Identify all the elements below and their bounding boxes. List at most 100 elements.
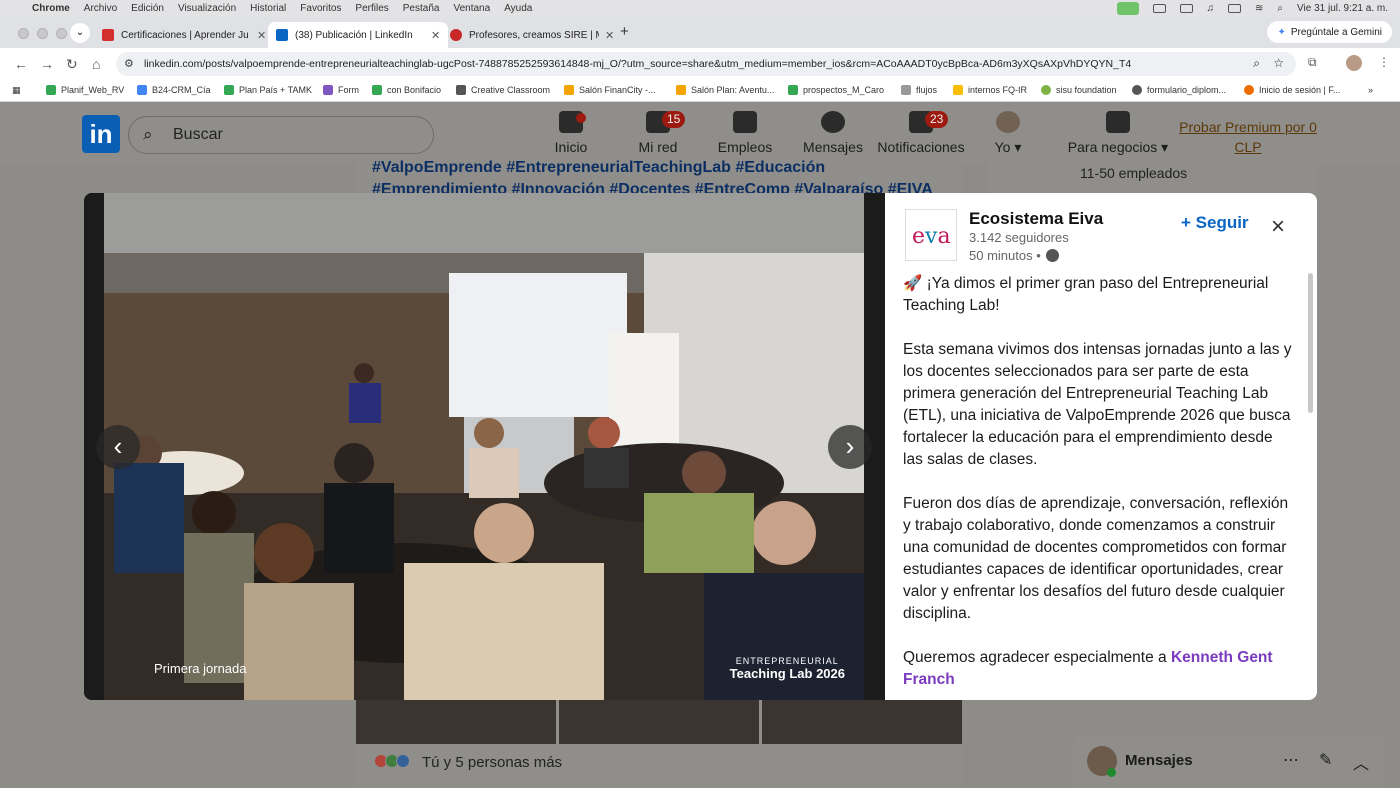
nav-label: Mi red xyxy=(638,139,678,155)
bookmark-item[interactable]: formulario_diplom... xyxy=(1132,85,1226,95)
bookmark-label: Salón FinanCity -... xyxy=(579,85,656,95)
close-tab-icon[interactable]: ✕ xyxy=(257,29,266,42)
bookmark-item[interactable]: Creative Classroom xyxy=(456,85,550,95)
more-bookmarks-icon[interactable]: » xyxy=(1368,85,1373,95)
profile-avatar[interactable] xyxy=(1346,55,1362,71)
notification-dot xyxy=(576,113,586,123)
photo-thumbnail[interactable] xyxy=(356,700,556,744)
photo-thumbnail[interactable] xyxy=(559,700,759,744)
bookmark-item[interactable]: B24-CRM_Cía xyxy=(137,85,211,95)
author-name[interactable]: Ecosistema Eiva xyxy=(969,209,1103,229)
bookmark-item[interactable]: Salón FinanCity -... xyxy=(564,85,656,95)
search-icon: ⌕ xyxy=(143,125,153,144)
nav-notificaciones[interactable]: 23 Notificaciones xyxy=(876,111,966,155)
zoom-icon[interactable]: ⌕ xyxy=(1253,56,1260,71)
reactions-text[interactable]: Tú y 5 personas más xyxy=(422,754,562,771)
nav-badge: 15 xyxy=(662,111,686,128)
bookmark-item[interactable]: prospectos_M_Caro xyxy=(788,85,884,95)
bookmark-label: Salón Plan: Aventu... xyxy=(691,85,775,95)
url-text[interactable]: linkedin.com/posts/valpoemprende-entrepr… xyxy=(144,58,1234,70)
bookmark-label: flujos xyxy=(916,85,938,95)
bookmark-item[interactable]: Planif_Web_RV xyxy=(46,85,124,95)
more-options-icon[interactable]: ⋯ xyxy=(1283,750,1299,770)
search-input[interactable]: ⌕ Buscar xyxy=(128,116,434,154)
bookmark-label: Plan País + TAMK xyxy=(239,85,312,95)
photo-thumbnails xyxy=(356,700,962,744)
camera-icon[interactable] xyxy=(1116,2,1139,15)
panel-scrollbar[interactable] xyxy=(1308,273,1313,413)
toolbar: ← → ↻ ⌂ ⚙ linkedin.com/posts/valpoempren… xyxy=(0,48,1400,80)
status-icon[interactable] xyxy=(1152,4,1166,13)
compose-icon[interactable]: ✎ xyxy=(1319,750,1332,770)
window-controls[interactable] xyxy=(18,28,67,39)
bookmark-favicon-icon xyxy=(953,85,963,95)
follow-button[interactable]: + Seguir xyxy=(1181,213,1249,233)
bookmark-item[interactable]: sisu foundation xyxy=(1041,85,1117,95)
menu-historial[interactable]: Historial xyxy=(250,3,286,14)
back-icon[interactable]: ← xyxy=(14,56,28,72)
menu-app-name[interactable]: Chrome xyxy=(32,3,70,14)
menu-edicion[interactable]: Edición xyxy=(131,3,164,14)
gemini-label: Pregúntale a Gemini xyxy=(1290,26,1382,38)
menu-ventana[interactable]: Ventana xyxy=(453,3,490,14)
close-tab-icon[interactable]: ✕ xyxy=(431,29,440,42)
status-icon[interactable] xyxy=(1179,4,1193,13)
clock-text[interactable]: Vie 31 jul. 9:21 a. m. xyxy=(1297,3,1388,14)
bookmark-item[interactable]: Plan País + TAMK xyxy=(224,85,312,95)
nav-mensajes[interactable]: Mensajes xyxy=(800,111,866,155)
close-icon[interactable]: × xyxy=(1271,215,1285,239)
menu-archivo[interactable]: Archivo xyxy=(84,3,117,14)
tab-title: (38) Publicación | LinkedIn xyxy=(295,29,413,41)
menu-ayuda[interactable]: Ayuda xyxy=(504,3,532,14)
bookmark-item[interactable]: Salón Plan: Aventu... xyxy=(676,85,774,95)
new-tab-icon[interactable]: + xyxy=(620,23,629,40)
home-icon[interactable]: ⌂ xyxy=(92,56,100,72)
nav-label: Para negocios ▾ xyxy=(1067,139,1169,155)
bookmark-item[interactable]: Form xyxy=(323,85,359,95)
battery-icon[interactable] xyxy=(1228,4,1242,13)
address-bar[interactable]: ⚙ linkedin.com/posts/valpoemprende-entre… xyxy=(116,52,1296,76)
gemini-button[interactable]: ✦ Pregúntale a Gemini xyxy=(1267,21,1392,43)
nav-empleos[interactable]: Empleos xyxy=(714,111,776,155)
bookmark-item[interactable]: flujos xyxy=(901,85,937,95)
reaction-icons[interactable] xyxy=(374,754,410,768)
menu-pestana[interactable]: Pestaña xyxy=(403,3,440,14)
bookmark-item[interactable]: con Bonifacio xyxy=(372,85,441,95)
photo-thumbnail[interactable] xyxy=(762,700,962,744)
forward-icon[interactable]: → xyxy=(40,56,54,72)
reload-icon[interactable]: ↻ xyxy=(66,56,78,73)
apps-grid-icon[interactable]: ▦ xyxy=(12,85,21,96)
menu-visualizacion[interactable]: Visualización xyxy=(178,3,236,14)
bookmark-item[interactable]: internos FQ-IR xyxy=(953,85,1027,95)
nav-mi-red[interactable]: 15 Mi red xyxy=(628,111,688,155)
close-tab-icon[interactable]: ✕ xyxy=(605,29,614,42)
menu-favoritos[interactable]: Favoritos xyxy=(300,3,341,14)
tab-certificaciones[interactable]: Certificaciones | Aprender Ju ✕ xyxy=(94,22,274,48)
premium-link[interactable]: Probar Premium por 0 CLP xyxy=(1172,117,1324,157)
headphones-icon[interactable]: ♫ xyxy=(1207,3,1215,14)
nav-inicio[interactable]: Inicio xyxy=(546,111,596,155)
search-icon[interactable]: ⌕ xyxy=(1277,3,1283,14)
reactions-bar: Tú y 5 personas más xyxy=(356,744,962,788)
extensions-icon[interactable]: ⧉ xyxy=(1308,55,1317,70)
previous-photo-button[interactable]: ‹ xyxy=(96,425,140,469)
company-logo[interactable]: eva xyxy=(905,209,957,261)
classroom-photo xyxy=(104,193,864,700)
nav-yo[interactable]: Yo ▾ xyxy=(986,111,1030,156)
bookmark-item[interactable]: Inicio de sesión | F... xyxy=(1244,85,1340,95)
tab-profesores[interactable]: Profesores, creamos SIRE | M ✕ xyxy=(442,22,622,48)
chevron-up-icon[interactable]: ︿ xyxy=(1353,750,1369,774)
tab-search-icon[interactable]: ⌄ xyxy=(70,23,90,43)
menu-perfiles[interactable]: Perfiles xyxy=(355,3,388,14)
post-photo[interactable]: ‹ › Primera jornada ENTREPRENEURIAL Teac… xyxy=(84,193,885,700)
site-info-icon[interactable]: ⚙ xyxy=(124,57,134,70)
linkedin-logo-icon[interactable]: in xyxy=(82,115,120,153)
messaging-dock[interactable]: Mensajes ⋯ ✎ ︿ xyxy=(1073,736,1385,788)
nav-para-negocios[interactable]: Para negocios ▾ xyxy=(1060,111,1176,156)
bookmark-star-icon[interactable]: ☆ xyxy=(1273,56,1284,70)
menu-kebab-icon[interactable]: ⋮ xyxy=(1378,55,1390,69)
tab-linkedin[interactable]: (38) Publicación | LinkedIn ✕ xyxy=(268,22,449,48)
bookmark-favicon-icon xyxy=(1041,85,1051,95)
next-photo-button[interactable]: › xyxy=(828,425,872,469)
wifi-icon[interactable]: ≋ xyxy=(1255,3,1263,14)
